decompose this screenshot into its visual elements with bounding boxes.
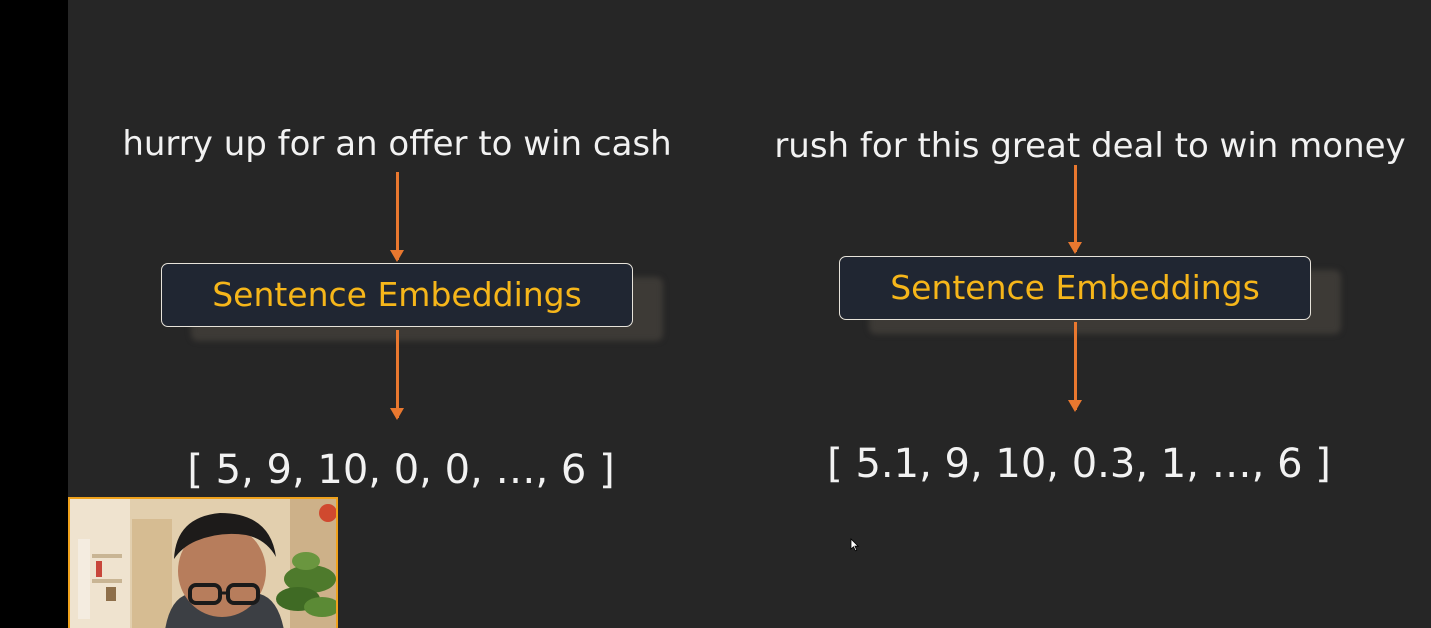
right-arrow-down-icon: [1068, 165, 1082, 254]
right-embedding-label: Sentence Embeddings: [890, 268, 1260, 307]
mouse-cursor-icon: [850, 538, 860, 552]
left-sentence: hurry up for an offer to win cash: [122, 124, 672, 164]
presentation-frame: hurry up for an offer to win cash Senten…: [0, 0, 1431, 628]
left-vector: [ 5, 9, 10, 0, 0, …, 6 ]: [187, 447, 615, 493]
webcam-overlay: [68, 497, 338, 628]
left-embedding-box: Sentence Embeddings: [161, 263, 633, 327]
right-arrow-down-icon-2: [1068, 322, 1082, 412]
right-vector: [ 5.1, 9, 10, 0.3, 1, …, 6 ]: [827, 441, 1331, 487]
right-embedding-box: Sentence Embeddings: [839, 256, 1311, 320]
left-embedding-label: Sentence Embeddings: [212, 275, 582, 314]
presenter-video-icon: [70, 499, 336, 628]
right-sentence: rush for this great deal to win money: [774, 126, 1406, 166]
left-arrow-down-icon-2: [390, 330, 404, 420]
left-arrow-down-icon: [390, 172, 404, 262]
